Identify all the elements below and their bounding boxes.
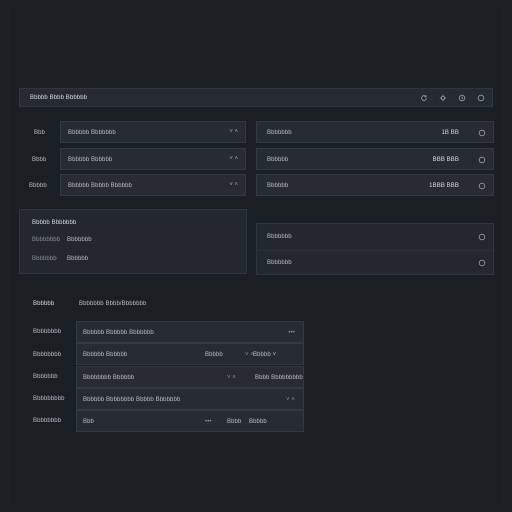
config-label-3: Bbbbb bbox=[29, 183, 47, 189]
section-label: Bbbbbb bbox=[33, 301, 55, 307]
table-row[interactable]: Bbbbbb Bbbbbbbb Bbbbb Bbbbbbb ˅ ˄ bbox=[76, 388, 304, 410]
info-key: Bbbbbbbb bbox=[32, 237, 61, 243]
info-icon[interactable] bbox=[477, 232, 487, 242]
side-panel: Bbbbbbb Bbbbbbb bbox=[256, 223, 494, 275]
divider bbox=[257, 250, 493, 251]
stat-label: Bbbbbb bbox=[267, 183, 289, 189]
stepper-icon[interactable]: ˅ ˄ bbox=[286, 397, 295, 403]
info-value: Bbbbbb bbox=[67, 256, 89, 262]
info-icon[interactable] bbox=[477, 128, 487, 138]
table-cell: Bbbb Bbbbbbbbb bbox=[255, 375, 303, 381]
info-value: Bbbbbbb bbox=[67, 237, 92, 243]
table-row-label: Bbbbbbbb bbox=[33, 418, 62, 424]
stat-value: BBB BBB bbox=[432, 157, 459, 163]
page-title: Bbbbb Bbbb Bbbbbb bbox=[30, 95, 88, 101]
stat-row[interactable]: Bbbbbb BBB BBB bbox=[256, 148, 494, 170]
info-icon[interactable] bbox=[477, 181, 487, 191]
info-icon[interactable] bbox=[477, 258, 487, 268]
table-row-label: Bbbbbbbbb bbox=[33, 396, 65, 402]
more-icon[interactable]: ••• bbox=[205, 419, 212, 425]
config-select-3[interactable]: Bbbbbb Bbbbb Bbbbbb ˅ ˄ bbox=[60, 174, 246, 196]
config-select-value: Bbbbbb Bbbbbb bbox=[68, 157, 113, 163]
info-icon[interactable] bbox=[477, 155, 487, 165]
config-select-value: Bbbbbb Bbbbbbb bbox=[68, 130, 116, 136]
header-icons bbox=[419, 93, 486, 103]
table-row[interactable]: Bbbbbbbb Bbbbbb ˅ ˄ Bbbb Bbbbbbbbb bbox=[76, 366, 304, 388]
section-subtitle: Bbbbbbb Bbbb/Bbbbbbb bbox=[79, 301, 147, 307]
stat-label: Bbbbbbb bbox=[267, 130, 292, 136]
config-select-value: Bbbbbb Bbbbb Bbbbbb bbox=[68, 183, 132, 189]
table-cell: Bbbbbb Bbbbbb Bbbbbbb bbox=[83, 330, 154, 336]
table-row[interactable]: Bbb ••• Bbbb Bbbbb bbox=[76, 410, 304, 432]
stepper-icon[interactable]: ˅ ˄ bbox=[229, 182, 238, 188]
stat-row[interactable]: Bbbbbb 1BBB BBB bbox=[256, 174, 494, 196]
table-cell: Bbbbbb Bbbbbbbb Bbbbb Bbbbbbb bbox=[83, 397, 181, 403]
refresh-icon[interactable] bbox=[419, 93, 429, 103]
header-bar: Bbbbb Bbbb Bbbbbb bbox=[19, 88, 493, 107]
table-row[interactable]: Bbbbbb Bbbbbb Bbbbb ˅ ˄ Bbbbb ˅ bbox=[76, 343, 304, 365]
side-panel-row[interactable]: Bbbbbbb bbox=[267, 260, 292, 266]
table-cell: Bbbbb ˅ bbox=[253, 352, 277, 358]
table-cell: Bbbb bbox=[227, 419, 242, 425]
stepper-icon[interactable]: ˅ ˄ bbox=[229, 156, 238, 162]
config-select-2[interactable]: Bbbbbb Bbbbbb ˅ ˄ bbox=[60, 148, 246, 170]
clock-icon[interactable] bbox=[457, 93, 467, 103]
stepper-icon[interactable]: ˅ ˄ bbox=[229, 129, 238, 135]
table-cell: Bbbbbbbb Bbbbbb bbox=[83, 375, 135, 381]
table-cell: Bbbbbb Bbbbbb bbox=[83, 352, 128, 358]
user-icon[interactable] bbox=[476, 93, 486, 103]
table-row[interactable]: Bbbbbb Bbbbbb Bbbbbbb ••• bbox=[76, 321, 304, 343]
table-row-label: Bbbbbbbb bbox=[33, 329, 62, 335]
side-panel-row[interactable]: Bbbbbbb bbox=[267, 234, 292, 240]
table-cell: Bbb bbox=[83, 419, 94, 425]
stat-label: Bbbbbb bbox=[267, 157, 289, 163]
config-select-1[interactable]: Bbbbbb Bbbbbbb ˅ ˄ bbox=[60, 121, 246, 143]
table-cell: Bbbbb bbox=[205, 352, 223, 358]
stat-row[interactable]: Bbbbbbb 1B BB bbox=[256, 121, 494, 143]
settings-icon[interactable] bbox=[438, 93, 448, 103]
info-key: Bbbbbbb bbox=[32, 256, 57, 262]
config-label-2: Bbbb bbox=[32, 157, 47, 163]
more-icon[interactable]: ••• bbox=[288, 330, 295, 336]
info-panel-title: Bbbbb Bbbbbbb bbox=[32, 220, 77, 226]
stat-value: 1BBB BBB bbox=[429, 183, 459, 189]
config-label-1: Bbb bbox=[34, 130, 45, 136]
table-row-label: Bbbbbbb bbox=[33, 374, 58, 380]
table-cell: Bbbbb bbox=[249, 419, 267, 425]
table-row-label: Bbbbbbbb bbox=[33, 352, 62, 358]
stat-value: 1B BB bbox=[441, 130, 459, 136]
stepper-icon[interactable]: ˅ ˄ bbox=[227, 375, 236, 381]
info-panel: Bbbbb Bbbbbbb Bbbbbbbb Bbbbbbb Bbbbbbb B… bbox=[19, 209, 247, 274]
